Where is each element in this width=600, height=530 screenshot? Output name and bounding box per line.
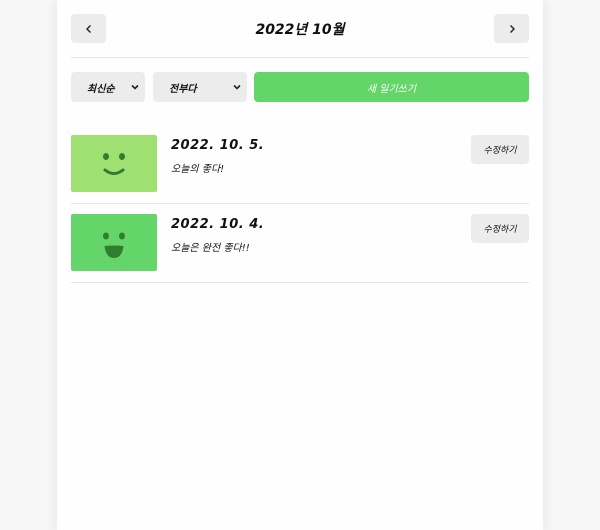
diary-content: 오늘은 완전 좋다!! (171, 243, 250, 254)
sort-select[interactable]: 최신순 (71, 72, 145, 102)
emotion-filter-select[interactable]: 전부다 (153, 72, 247, 102)
diary-item[interactable]: 2022. 10. 5. 오늘의 좋다! 수정하기 (71, 135, 529, 193)
smile-icon (103, 153, 125, 175)
big-smile-icon (103, 232, 125, 258)
diary-date: 2022. 10. 4. (171, 217, 265, 232)
chevron-down-icon (233, 84, 241, 90)
edit-button[interactable]: 수정하기 (471, 214, 529, 243)
month-header: 2022년 10월 (71, 14, 529, 44)
entry-divider (71, 203, 529, 204)
month-title: 2022년 10월 (255, 22, 345, 38)
chevron-right-icon (509, 24, 515, 33)
new-diary-button[interactable]: 새 일기쓰기 (254, 72, 529, 102)
diary-date: 2022. 10. 5. (171, 138, 265, 153)
emotion-thumbnail[interactable] (71, 135, 157, 192)
sort-select-value: 최신순 (87, 83, 115, 95)
diary-item[interactable]: 2022. 10. 4. 오늘은 완전 좋다!! 수정하기 (71, 214, 529, 272)
filter-select-value: 전부다 (169, 83, 197, 95)
chevron-down-icon (131, 84, 139, 90)
emotion-thumbnail[interactable] (71, 214, 157, 271)
entry-divider (71, 282, 529, 283)
next-month-button[interactable] (494, 14, 529, 43)
header-divider (71, 57, 529, 58)
edit-button[interactable]: 수정하기 (471, 135, 529, 164)
controls-bar: 최신순 전부다 새 일기쓰기 (71, 72, 529, 102)
diary-content: 오늘의 좋다! (171, 164, 225, 175)
diary-app: 2022년 10월 최신순 전부다 새 일기쓰기 2022. 10. 5. 오늘… (57, 0, 543, 530)
